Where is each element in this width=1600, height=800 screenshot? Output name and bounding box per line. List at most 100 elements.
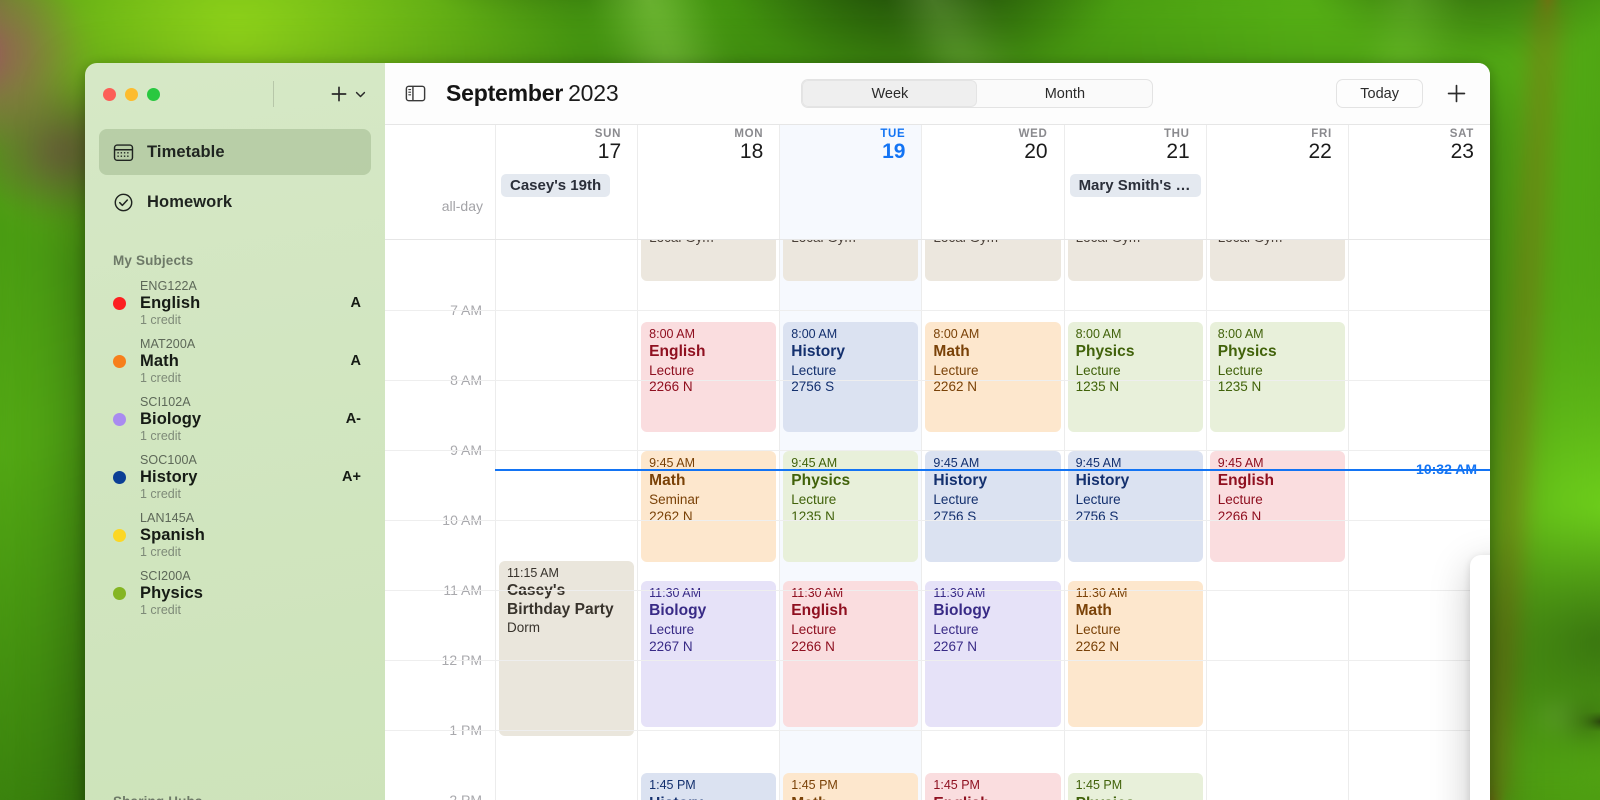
day-number: 17: [597, 139, 622, 163]
calendar-event[interactable]: Gym WorkoutLocal Gym: [1067, 240, 1203, 281]
calendar-event[interactable]: 1:45 PMHistoryLecture2756 S: [641, 773, 777, 800]
event-name: English: [791, 602, 848, 620]
event-room: Local Gym: [791, 240, 910, 246]
calendar-event[interactable]: Gym WorkoutLocal Gym: [1209, 240, 1345, 281]
all-day-event-chip[interactable]: Mary Smith's 19th: [1069, 174, 1201, 197]
all-day-cell[interactable]: [637, 168, 779, 239]
chevron-down-icon[interactable]: [354, 88, 367, 101]
event-room: Local Gym: [1218, 240, 1337, 246]
day-number: 22: [1308, 139, 1332, 163]
calendar-grid-wrapper[interactable]: 7 AM 8 AM 9 AM 10 AM 11 AM 12 PM 1 PM 2 PM 11:1…: [385, 240, 1490, 800]
sidebar-toggle-button[interactable]: [405, 84, 426, 103]
all-day-cell[interactable]: Mary Smith's 19th: [1063, 168, 1206, 239]
event-room: 2756 S: [791, 379, 835, 395]
day-header-fri[interactable]: FRI 22: [1205, 125, 1348, 168]
subject-name: Spanish: [140, 525, 205, 544]
zoom-button[interactable]: [147, 87, 160, 101]
day-header-sun[interactable]: SUN 17: [495, 125, 637, 168]
subject-grade: A: [350, 353, 361, 369]
close-button[interactable]: [103, 87, 116, 101]
calendar-event[interactable]: 1:45 PMEnglishLecture2266 N: [925, 773, 1061, 800]
calendar-icon: [113, 143, 134, 161]
event-time: 11:30 AM: [791, 586, 844, 601]
hour-gridline: [385, 379, 1490, 381]
event-subtitle: Lecture: [1075, 362, 1121, 378]
subject-color-dot: [113, 354, 126, 368]
event-name: Math: [1075, 602, 1112, 620]
event-subtitle: Lecture: [1075, 492, 1121, 508]
day-header-gutter: [385, 125, 495, 168]
event-room: 2756 S: [933, 508, 977, 524]
subject-code: SCI200A: [140, 568, 191, 583]
event-time: 8:00 AM: [933, 326, 980, 341]
tab-week[interactable]: Week: [802, 80, 978, 107]
page-title: September 2023: [446, 80, 619, 107]
subject-grade: A-: [345, 411, 361, 427]
day-number: 18: [739, 139, 764, 163]
calendar-event[interactable]: 8:00 AM History Lecture 2756 S: [783, 321, 919, 433]
all-day-cell[interactable]: Casey's 19th: [495, 168, 637, 239]
event-time: 1:45 PM: [1075, 778, 1123, 793]
hour-gridline: [385, 449, 1490, 451]
subject-row[interactable]: MAT200A Math 1 credit A: [85, 332, 385, 390]
day-header-mon[interactable]: MON 18: [637, 125, 779, 168]
all-day-cell[interactable]: [1205, 168, 1348, 239]
event-time: 11:15 AM: [507, 565, 559, 580]
subject-code: MAT200A: [140, 336, 196, 351]
calendar-event[interactable]: 1:45 PMPhysicsLecture1235 N: [1067, 773, 1203, 800]
calendar-event[interactable]: Gym WorkoutLocal Gym: [641, 240, 777, 281]
calendar-event[interactable]: 8:00 AM Math Lecture 2262 N: [925, 321, 1061, 433]
new-item-button[interactable]: [329, 84, 367, 104]
subject-credit: 1 credit: [140, 545, 181, 560]
add-event-button[interactable]: [1445, 82, 1468, 105]
day-header-thu[interactable]: THU 21: [1063, 125, 1206, 168]
hour-gridline: [385, 729, 1490, 731]
subject-color-dot: [113, 470, 126, 484]
calendar-event[interactable]: 11:30 AM English Lecture 2266 N: [783, 581, 919, 727]
day-header-tue[interactable]: TUE 19: [779, 125, 922, 168]
calendar-event[interactable]: 1:45 PMMathLecture2262 N: [783, 773, 919, 800]
subject-code: SCI102A: [140, 394, 191, 409]
event-name: Math: [933, 342, 970, 360]
event-name: Biology: [649, 602, 707, 620]
subject-row[interactable]: SCI102A Biology 1 credit A-: [85, 390, 385, 448]
day-header-sat[interactable]: SAT 23: [1347, 125, 1490, 168]
subject-row[interactable]: SCI200A Physics 1 credit: [85, 564, 385, 622]
window-titlebar: [85, 63, 385, 125]
all-day-cell[interactable]: [779, 168, 922, 239]
event-time: 8:00 AM: [791, 326, 838, 341]
today-button[interactable]: Today: [1336, 79, 1423, 108]
subject-row[interactable]: SOC100A History 1 credit A+: [85, 448, 385, 506]
subject-grade: A+: [342, 469, 361, 485]
all-day-event-chip[interactable]: Casey's 19th: [501, 174, 611, 197]
calendar-event[interactable]: Gym WorkoutLocal Gym: [925, 240, 1061, 281]
event-room: 2266 N: [649, 379, 693, 395]
tab-month[interactable]: Month: [977, 80, 1152, 107]
sidebar-item-timetable[interactable]: Timetable: [99, 129, 371, 175]
day-header-wed[interactable]: WED 20: [921, 125, 1063, 168]
event-name: Biology: [933, 602, 991, 620]
subject-row[interactable]: ENG122A English 1 credit A: [85, 274, 385, 332]
calendar-event[interactable]: 8:00 AM Physics Lecture 1235 N: [1209, 321, 1345, 433]
calendar-event[interactable]: 11:30 AM Biology Lecture 2267 N: [641, 581, 777, 727]
calendar-event[interactable]: 11:30 AM Math Lecture 2262 N: [1067, 581, 1203, 727]
all-day-cell[interactable]: [921, 168, 1063, 239]
calendar-event[interactable]: 8:00 AM English Lecture 2266 N: [641, 321, 777, 433]
calendar-event[interactable]: 8:00 AM Physics Lecture 1235 N: [1067, 321, 1203, 433]
sidebar-item-homework[interactable]: Homework: [99, 179, 371, 225]
subject-color-dot: [113, 412, 126, 426]
event-subtitle: Lecture: [933, 622, 979, 638]
hour-gridline: [385, 309, 1490, 311]
calendar-event[interactable]: 11:15 AM Casey's Birthday Party Dorm: [499, 560, 635, 736]
all-day-cell[interactable]: [1347, 168, 1490, 239]
subject-row[interactable]: LAN145A Spanish 1 credit: [85, 506, 385, 564]
event-time: 8:00 AM: [1217, 326, 1264, 341]
calendar-event[interactable]: Gym WorkoutLocal Gym: [783, 240, 919, 281]
event-room: 2262 N: [1075, 638, 1120, 654]
calendar-event[interactable]: 11:30 AM Biology Lecture 2267 N: [925, 581, 1061, 727]
event-name: History: [1075, 472, 1130, 490]
all-day-label: all-day: [441, 198, 483, 214]
subject-code: SOC100A: [140, 452, 197, 467]
event-time: 1:45 PM: [933, 778, 980, 793]
minimize-button[interactable]: [125, 87, 138, 101]
